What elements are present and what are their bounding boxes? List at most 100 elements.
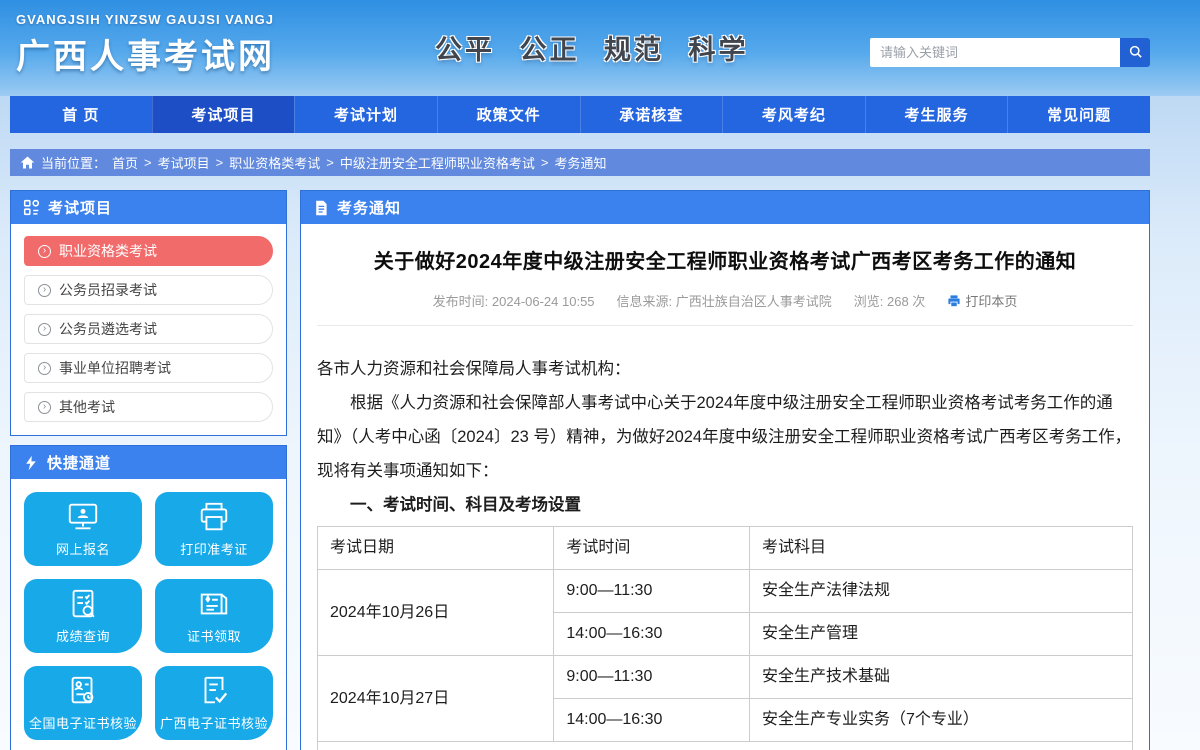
search-icon <box>1128 44 1143 62</box>
sidebar-item-label: 公务员招录考试 <box>59 280 157 300</box>
arrow-circle-icon: › <box>38 401 51 414</box>
site-slogan: 公平 公正 规范 科学 <box>435 28 749 67</box>
exam-projects-panel: 考试项目 › 职业资格类考试 › 公务员招录考试 › 公务员遴选考试 <box>10 190 287 436</box>
exam-projects-panel-title: 考试项目 <box>48 197 112 218</box>
quick-tile-label: 打印准考证 <box>180 539 248 558</box>
sidebar-item-label: 职业资格类考试 <box>59 241 157 261</box>
quick-tile-certificate-collection[interactable]: 证书领取 <box>155 579 273 653</box>
breadcrumb-separator: > <box>326 155 334 170</box>
search-input[interactable] <box>870 38 1120 67</box>
main-content-panel: 考务通知 关于做好2024年度中级注册安全工程师职业资格考试广西考区考务工作的通… <box>300 190 1150 750</box>
breadcrumb-exam-notice[interactable]: 考务通知 <box>554 153 606 172</box>
nav-item-policy-docs[interactable]: 政策文件 <box>437 96 580 133</box>
logo-title: 广西人事考试网 <box>16 29 275 78</box>
printer-icon <box>947 294 961 308</box>
sidebar-item-other-exams[interactable]: › 其他考试 <box>24 392 273 422</box>
publish-time: 发布时间: 2024-06-24 10:55 <box>433 291 595 310</box>
id-card-icon <box>66 674 100 708</box>
sidebar-item-professional-exams[interactable]: › 职业资格类考试 <box>24 236 273 266</box>
sidebar-item-civil-servant-selection[interactable]: › 公务员遴选考试 <box>24 314 273 344</box>
notice-section-title: 考务通知 <box>337 197 401 218</box>
sidebar-item-civil-servant-recruit[interactable]: › 公务员招录考试 <box>24 275 273 305</box>
exam-time-cell: 14:00—16:30 <box>554 699 750 742</box>
print-page-button[interactable]: 打印本页 <box>947 291 1017 310</box>
col-header-exam-date: 考试日期 <box>318 527 554 570</box>
score-search-icon <box>66 587 100 621</box>
nav-item-home[interactable]: 首 页 <box>10 96 152 133</box>
exam-subject-cell: 安全生产专业实务（7个专业） <box>749 699 1132 742</box>
quick-tile-label: 网上报名 <box>56 539 110 558</box>
quick-tile-label: 广西电子证书核验 <box>160 713 268 732</box>
exam-date-cell: 2024年10月26日 <box>318 570 554 656</box>
paragraph-basis: 根据《人力资源和社会保障部人事考试中心关于2024年度中级注册安全工程师职业资格… <box>317 386 1133 488</box>
table-footer-row: 本次考试考场设置在南宁市，具体地点以准考证上的信息为准。 <box>318 742 1133 750</box>
site-logo[interactable]: GVANGJSIH YINZSW GAUJSI VANGJ 广西人事考试网 <box>16 12 275 78</box>
certificate-icon <box>197 587 231 621</box>
exam-subject-cell: 安全生产管理 <box>749 613 1132 656</box>
nav-item-exam-discipline[interactable]: 考风考纪 <box>722 96 865 133</box>
divider <box>317 325 1133 326</box>
breadcrumb-separator: > <box>216 155 224 170</box>
arrow-circle-icon: › <box>38 323 51 336</box>
lightning-icon <box>23 455 39 471</box>
info-source: 信息来源: 广西壮族自治区人事考试院 <box>617 291 832 310</box>
nav-item-candidate-services[interactable]: 考生服务 <box>865 96 1008 133</box>
section-heading-1: 一、考试时间、科目及考场设置 <box>317 488 1133 522</box>
notice-section-header: 考务通知 <box>301 191 1149 224</box>
exam-subject-cell: 安全生产法律法规 <box>749 570 1132 613</box>
document-icon <box>313 200 329 216</box>
nav-item-commitment-check[interactable]: 承诺核查 <box>580 96 723 133</box>
article-title: 关于做好2024年度中级注册安全工程师职业资格考试广西考区考务工作的通知 <box>317 245 1133 274</box>
col-header-exam-subject: 考试科目 <box>749 527 1132 570</box>
site-header: GVANGJSIH YINZSW GAUJSI VANGJ 广西人事考试网 公平… <box>0 0 1200 96</box>
sidebar-item-label: 事业单位招聘考试 <box>59 358 171 378</box>
doc-check-icon <box>197 674 231 708</box>
quick-tile-print-admission-ticket[interactable]: 打印准考证 <box>155 492 273 566</box>
sidebar: 考试项目 › 职业资格类考试 › 公务员招录考试 › 公务员遴选考试 <box>10 190 287 750</box>
paragraph-salutation: 各市人力资源和社会保障局人事考试机构： <box>317 352 1133 386</box>
sidebar-item-public-institution-recruit[interactable]: › 事业单位招聘考试 <box>24 353 273 383</box>
main-nav: 首 页 考试项目 考试计划 政策文件 承诺核查 考风考纪 考生服务 常见问题 <box>10 96 1150 133</box>
exam-projects-panel-header: 考试项目 <box>11 191 286 224</box>
quick-tile-label: 证书领取 <box>187 626 241 645</box>
nav-item-faq[interactable]: 常见问题 <box>1007 96 1150 133</box>
logo-subtitle: GVANGJSIH YINZSW GAUJSI VANGJ <box>16 12 275 27</box>
breadcrumb-separator: > <box>144 155 152 170</box>
article-content: 各市人力资源和社会保障局人事考试机构： 根据《人力资源和社会保障部人事考试中心关… <box>317 352 1133 750</box>
quick-tile-guangxi-ecert-verification[interactable]: 广西电子证书核验 <box>155 666 273 740</box>
exam-time-cell: 9:00—11:30 <box>554 570 750 613</box>
quick-channel-panel: 快捷通道 网上报名 打印准考证 <box>10 445 287 750</box>
breadcrumb-home[interactable]: 首页 <box>112 153 138 172</box>
breadcrumb-exam-projects[interactable]: 考试项目 <box>158 153 210 172</box>
table-row: 2024年10月27日 9:00—11:30 安全生产技术基础 <box>318 656 1133 699</box>
nav-item-exam-plans[interactable]: 考试计划 <box>294 96 437 133</box>
page: GVANGJSIH YINZSW GAUJSI VANGJ 广西人事考试网 公平… <box>0 0 1200 750</box>
quick-tile-label: 全国电子证书核验 <box>29 713 137 732</box>
quick-tile-score-inquiry[interactable]: 成绩查询 <box>24 579 142 653</box>
exam-subject-cell: 安全生产技术基础 <box>749 656 1132 699</box>
breadcrumb-separator: > <box>541 155 549 170</box>
arrow-circle-icon: › <box>38 245 51 258</box>
home-icon <box>20 155 35 170</box>
monitor-icon <box>66 500 100 534</box>
article: 关于做好2024年度中级注册安全工程师职业资格考试广西考区考务工作的通知 发布时… <box>301 245 1149 750</box>
exam-time-cell: 9:00—11:30 <box>554 656 750 699</box>
exam-schedule-table: 考试日期 考试时间 考试科目 2024年10月26日 9:00—11:30 安全… <box>317 526 1133 750</box>
grid-icon <box>23 199 40 216</box>
nav-item-exam-projects[interactable]: 考试项目 <box>152 96 295 133</box>
article-meta: 发布时间: 2024-06-24 10:55 信息来源: 广西壮族自治区人事考试… <box>317 291 1133 310</box>
sidebar-item-label: 其他考试 <box>59 397 115 417</box>
quick-tile-label: 成绩查询 <box>56 626 110 645</box>
quick-tile-online-registration[interactable]: 网上报名 <box>24 492 142 566</box>
view-count: 浏览: 268 次 <box>854 291 926 310</box>
search-box <box>870 38 1150 67</box>
quick-channel-panel-header: 快捷通道 <box>11 446 286 479</box>
arrow-circle-icon: › <box>38 284 51 297</box>
quick-channel-grid: 网上报名 打印准考证 成绩查询 <box>11 479 286 750</box>
arrow-circle-icon: › <box>38 362 51 375</box>
search-button[interactable] <box>1120 38 1150 67</box>
col-header-exam-time: 考试时间 <box>554 527 750 570</box>
quick-tile-national-ecert-verification[interactable]: 全国电子证书核验 <box>24 666 142 740</box>
breadcrumb-professional-exams[interactable]: 职业资格类考试 <box>229 153 320 172</box>
breadcrumb-safety-engineer-exam[interactable]: 中级注册安全工程师职业资格考试 <box>340 153 535 172</box>
